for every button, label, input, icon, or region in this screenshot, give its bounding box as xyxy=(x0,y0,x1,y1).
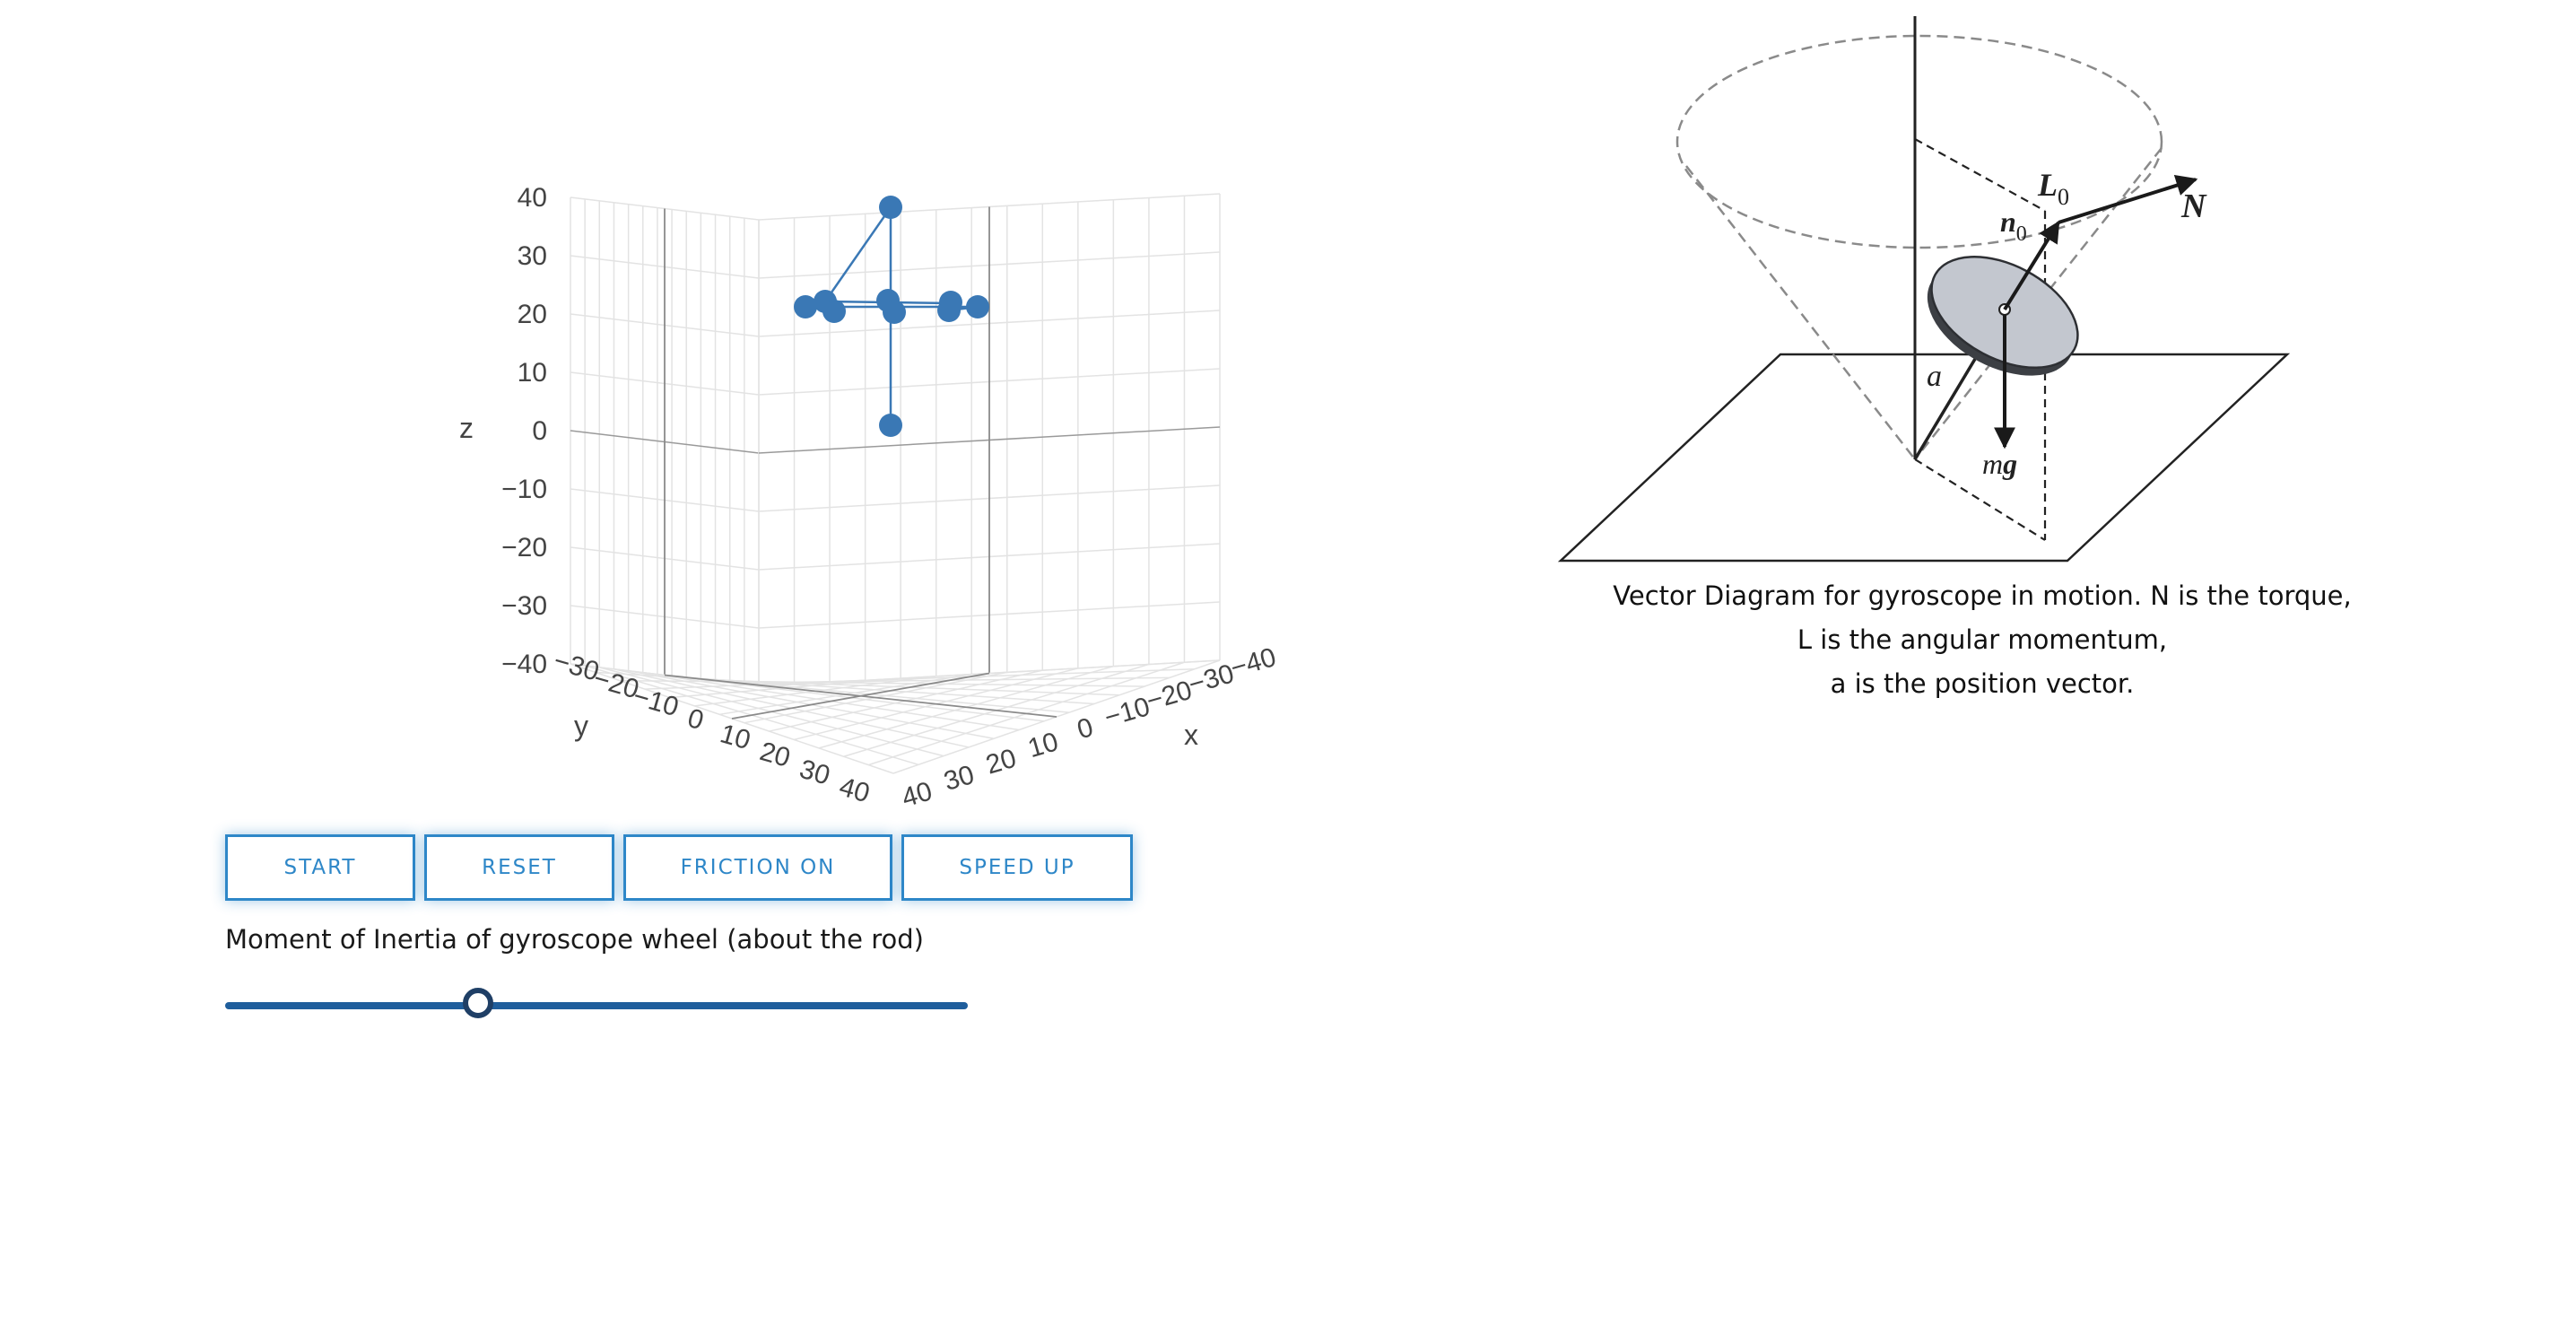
label-a: a xyxy=(1927,360,1942,393)
caption-line-2: L is the angular momentum, xyxy=(1797,624,2168,655)
x-tick-label: 0 xyxy=(1074,712,1096,745)
plot-grid xyxy=(570,193,1221,774)
z-tick-label: −20 xyxy=(501,533,547,563)
x-tick-label: 20 xyxy=(983,744,1020,781)
gyroscope-point xyxy=(883,301,906,324)
z-tick-label: 0 xyxy=(532,416,547,446)
gyroscope-point xyxy=(822,300,846,323)
z-tick-label: −10 xyxy=(501,475,547,504)
gyroscope-vector-diagram: L0 n0 N a mg xyxy=(1557,16,2291,563)
caption-line-1: Vector Diagram for gyroscope in motion. … xyxy=(1613,580,2352,611)
caption-line-3: a is the position vector. xyxy=(1830,668,2135,699)
friction-toggle-button[interactable]: FRICTION ON xyxy=(623,834,892,901)
x-tick-label: 10 xyxy=(1024,727,1061,763)
speed-up-button[interactable]: SPEED UP xyxy=(901,834,1133,901)
x-axis-title: x xyxy=(1184,719,1198,751)
gyroscope-point xyxy=(937,299,961,322)
y-tick-label: 30 xyxy=(796,755,833,791)
reset-button[interactable]: RESET xyxy=(424,834,614,901)
x-tick-label: 30 xyxy=(941,760,978,797)
x-tick-label: −40 xyxy=(1227,642,1279,684)
z-tick-label: −30 xyxy=(501,591,547,621)
gyroscope-3d-plot[interactable]: 403020100−10−20−30−40 −30−20−10 0 10 20 30 40 4… xyxy=(0,0,1301,825)
gyroscope-point xyxy=(879,414,902,437)
y-axis-title: y xyxy=(574,710,588,742)
y-tick-label: 20 xyxy=(756,737,793,773)
gyroscope-point xyxy=(966,295,989,318)
slider-thumb[interactable] xyxy=(462,988,493,1018)
y-tick-label: 40 xyxy=(836,772,873,808)
start-button[interactable]: START xyxy=(225,834,415,901)
y-tick-label: 0 xyxy=(684,703,707,736)
label-mg: mg xyxy=(1982,448,2017,480)
cone-edge-left xyxy=(1685,165,1916,460)
z-tick-label: 20 xyxy=(518,300,547,329)
z-tick-label: 40 xyxy=(518,183,547,213)
z-tick-label: 10 xyxy=(518,358,547,388)
gyroscope-point xyxy=(794,295,817,318)
base-plane xyxy=(1557,353,2291,563)
label-N: N xyxy=(2180,188,2207,225)
z-tick-label: −40 xyxy=(501,650,547,679)
x-tick-label: 40 xyxy=(899,776,936,813)
z-tick-label: 30 xyxy=(518,241,547,271)
moment-of-inertia-label: Moment of Inertia of gyroscope wheel (ab… xyxy=(225,924,924,955)
slider-track[interactable] xyxy=(225,1002,968,1009)
diagram-caption: Vector Diagram for gyroscope in motion. … xyxy=(1561,574,2404,706)
gyroscope-point xyxy=(879,196,902,219)
label-L0: L0 xyxy=(2037,167,2069,210)
torque-arrow xyxy=(2058,175,2198,224)
z-axis-title: z xyxy=(459,412,474,444)
moment-of-inertia-slider[interactable] xyxy=(225,983,968,1028)
